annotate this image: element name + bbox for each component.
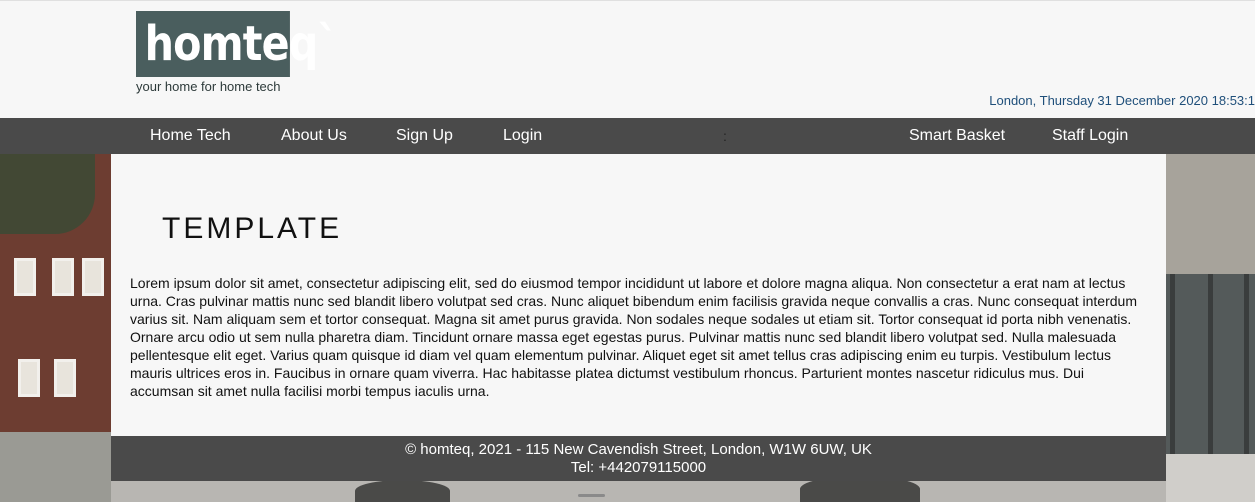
building-window — [54, 359, 76, 397]
building-column — [1244, 274, 1249, 454]
nav-home-tech[interactable]: Home Tech — [150, 118, 231, 154]
building-column — [1208, 274, 1213, 454]
building-window — [52, 258, 74, 296]
logo-tagline: your home for home tech — [136, 79, 281, 94]
scroll-indicator — [578, 494, 605, 497]
background-pavement — [1166, 454, 1255, 502]
nav-smart-basket[interactable]: Smart Basket — [909, 118, 1005, 154]
background-ground — [0, 432, 111, 502]
footer-address: © homteq, 2021 - 115 New Cavendish Stree… — [405, 441, 872, 458]
nav-login[interactable]: Login — [503, 118, 542, 154]
current-datetime: London, Thursday 31 December 2020 18:53:… — [989, 93, 1255, 108]
background-street — [111, 480, 1166, 502]
building-window — [18, 359, 40, 397]
main-nav: Home Tech About Us Sign Up Login : Smart… — [0, 118, 1255, 154]
building-window — [82, 258, 104, 296]
nav-about-us[interactable]: About Us — [281, 118, 347, 154]
background-building-right — [1166, 154, 1255, 502]
nav-sign-up[interactable]: Sign Up — [396, 118, 453, 154]
site-footer: © homteq, 2021 - 115 New Cavendish Stree… — [111, 436, 1166, 481]
building-window — [14, 258, 36, 296]
background-tree — [0, 154, 95, 234]
building-column — [1170, 274, 1175, 454]
logo-wordmark: homteq` — [136, 11, 338, 77]
nav-staff-login[interactable]: Staff Login — [1052, 118, 1128, 154]
page-title: TEMPLATE — [162, 212, 343, 245]
background-building-left — [0, 154, 111, 502]
content-card: TEMPLATE Lorem ipsum dolor sit amet, con… — [111, 154, 1166, 436]
background-sculpture — [355, 480, 450, 502]
footer-phone: Tel: +442079115000 — [570, 459, 707, 476]
body-text: Lorem ipsum dolor sit amet, consectetur … — [130, 275, 1137, 399]
logo[interactable]: homteq` your home for home tech — [136, 11, 338, 94]
site-header: homteq` your home for home tech London, … — [0, 0, 1255, 118]
nav-separator: : — [723, 128, 727, 144]
